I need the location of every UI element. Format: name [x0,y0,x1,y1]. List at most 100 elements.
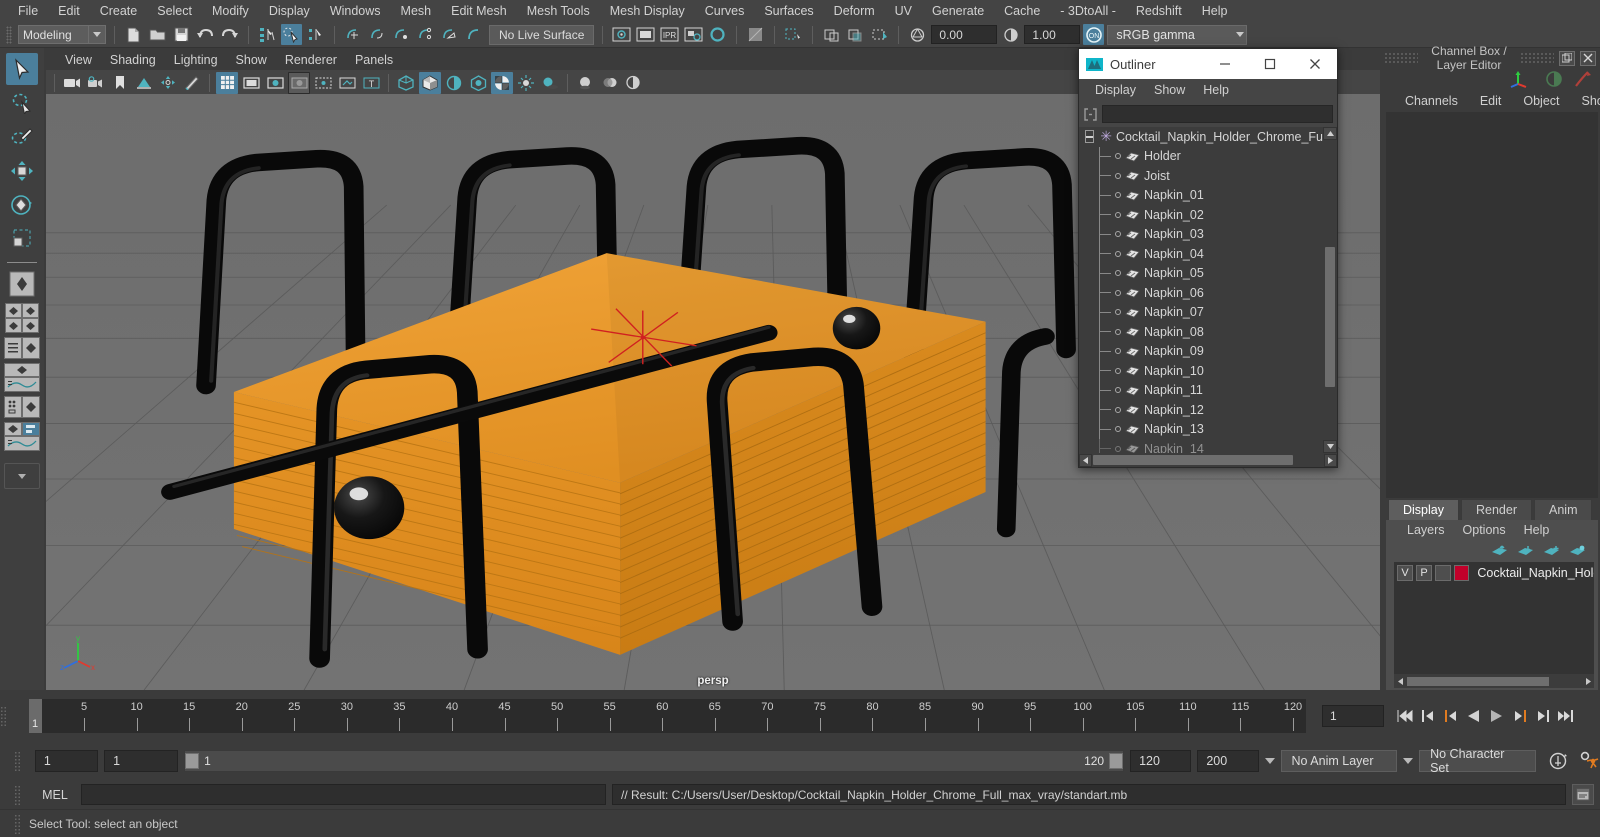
outliner-item-napkin-09[interactable]: Napkin_09 [1079,341,1323,362]
layout-persp-graph-button[interactable] [3,363,41,392]
menu-curves[interactable]: Curves [695,2,755,20]
animation-end-field[interactable]: 200 [1197,750,1259,772]
tab-display[interactable]: Display [1388,499,1459,520]
range-start-handle[interactable] [185,753,200,769]
scroll-right-icon[interactable] [1324,453,1337,467]
go-to-end-icon[interactable] [1555,705,1576,727]
exposure-value-field[interactable]: 0.00 [931,25,998,44]
layer-color-swatch[interactable] [1454,564,1470,581]
grid-icon[interactable] [216,71,238,94]
layer-visibility-toggle[interactable]: V [1397,564,1414,581]
camera-icon[interactable] [61,72,83,94]
menu-select[interactable]: Select [147,2,202,20]
multisample-antialias-icon[interactable] [622,72,644,94]
camera-attributes-icon[interactable] [85,72,107,94]
close-panel-icon[interactable] [1580,50,1596,66]
outliner-item-napkin-13[interactable]: Napkin_13 [1079,419,1323,440]
channel-menu-show[interactable]: Show [1571,93,1600,109]
layer-shading-toggle[interactable] [1435,564,1452,581]
time-slider-track[interactable]: 1 5 10 15 20 25 30 35 40 45 50 55 60 65 70 75 80 85 90 95 1… [29,699,1306,733]
step-forward-frame-icon[interactable] [1509,705,1530,727]
select-tool-button[interactable] [6,53,38,85]
viewport-menu-panels[interactable]: Panels [346,52,402,68]
menu-mesh-tools[interactable]: Mesh Tools [517,2,600,20]
step-back-frame-icon[interactable] [1440,705,1461,727]
menu-mesh[interactable]: Mesh [391,2,442,20]
move-layer-up-icon[interactable] [1491,544,1508,558]
render-current-frame-icon[interactable] [635,24,656,45]
save-scene-icon[interactable] [171,24,192,45]
film-origin-icon[interactable] [312,72,334,94]
hypershade-icon[interactable] [707,24,728,45]
default-material-icon[interactable] [467,72,489,94]
outliner-item-napkin-06[interactable]: Napkin_06 [1079,283,1323,303]
collapse-toggle-icon[interactable] [1085,130,1095,144]
menu-help[interactable]: Help [1192,2,1238,20]
tab-anim[interactable]: Anim [1534,499,1593,520]
wireframe-shading-icon[interactable] [395,72,417,94]
outliner-item-joist[interactable]: Joist [1079,166,1323,186]
move-layer-down-icon[interactable] [1517,545,1534,558]
viewport-menu-shading[interactable]: Shading [101,52,165,68]
2d-pan-zoom-icon[interactable] [157,72,179,94]
channel-menu-object[interactable]: Object [1512,93,1570,109]
menu-mesh-display[interactable]: Mesh Display [600,2,695,20]
toolbox-expand-button[interactable] [4,463,40,489]
layer-menu-layers[interactable]: Layers [1398,522,1454,538]
snap-to-view-plane-icon[interactable] [439,24,460,45]
outliner-horizontal-scrollbar[interactable] [1079,453,1337,467]
lighting-icon[interactable] [515,72,537,94]
attribute-editor-icon[interactable] [783,24,804,45]
menu-surfaces[interactable]: Surfaces [754,2,823,20]
menu-cache[interactable]: Cache [994,2,1050,20]
status-line-grip[interactable] [6,25,12,44]
menu-generate[interactable]: Generate [922,2,994,20]
chevron-down-icon[interactable] [1236,26,1245,44]
menu-redshift[interactable]: Redshift [1126,2,1192,20]
layer-list[interactable]: V P Cocktail_Napkin_Holder_ [1394,562,1594,674]
channel-menu-edit[interactable]: Edit [1469,93,1513,109]
gamma-value-field[interactable]: 1.00 [1024,25,1081,44]
rotate-tool-button[interactable] [6,189,38,221]
panel-drag-handle-right[interactable] [1520,52,1554,64]
panel-drag-handle[interactable] [1384,52,1418,64]
step-forward-keyframe-icon[interactable] [1532,705,1553,727]
scroll-up-icon[interactable] [1323,127,1337,140]
help-line-grip[interactable] [14,813,21,834]
layout-outliner-persp-button[interactable] [3,337,41,359]
command-input[interactable] [81,784,606,805]
snap-to-projected-center-icon[interactable] [415,24,436,45]
create-new-layer-icon[interactable] [1543,545,1560,558]
anim-layer-selector[interactable]: No Anim Layer [1280,750,1398,772]
layer-horizontal-scrollbar[interactable] [1394,674,1594,688]
textured-shading-icon[interactable] [491,71,513,94]
character-set-selector[interactable]: No Character Set [1419,747,1536,775]
range-bar[interactable]: 1 120 [184,750,1125,772]
scrollbar-thumb[interactable] [1325,247,1335,387]
play-forwards-icon[interactable] [1486,705,1507,727]
outliner-item-napkin-07[interactable]: Napkin_07 [1079,302,1323,323]
animation-start-field[interactable]: 1 [34,750,99,772]
scroll-right-icon[interactable] [1582,675,1594,687]
view-transform-toggle-icon[interactable]: ON [1083,24,1105,45]
motion-blur-icon[interactable] [598,72,620,94]
menu-deform[interactable]: Deform [824,2,885,20]
snap-to-grid-icon[interactable] [343,24,364,45]
time-slider-grip[interactable] [0,706,7,726]
layer-menu-help[interactable]: Help [1515,522,1559,538]
ipr-render-icon[interactable]: IPR [659,24,680,45]
outliner-root-item[interactable]: ✳ Cocktail_Napkin_Holder_Chrome_Fu [1079,127,1323,147]
outliner-item-napkin-08[interactable]: Napkin_08 [1079,322,1323,342]
open-scene-icon[interactable] [147,24,168,45]
range-end-handle[interactable] [1109,753,1124,769]
animation-preferences-icon[interactable] [1578,751,1600,771]
channel-box-icon[interactable] [845,24,866,45]
go-to-start-icon[interactable] [1394,705,1415,727]
auto-keyframe-icon[interactable] [1548,751,1569,771]
layout-single-perspective-button[interactable] [6,268,38,300]
current-frame-field[interactable]: 1 [1322,705,1384,727]
scroll-down-icon[interactable] [1323,440,1337,453]
maximize-icon[interactable] [1247,49,1292,79]
undock-panel-icon[interactable] [1559,50,1575,66]
range-slider-grip[interactable] [14,751,21,771]
